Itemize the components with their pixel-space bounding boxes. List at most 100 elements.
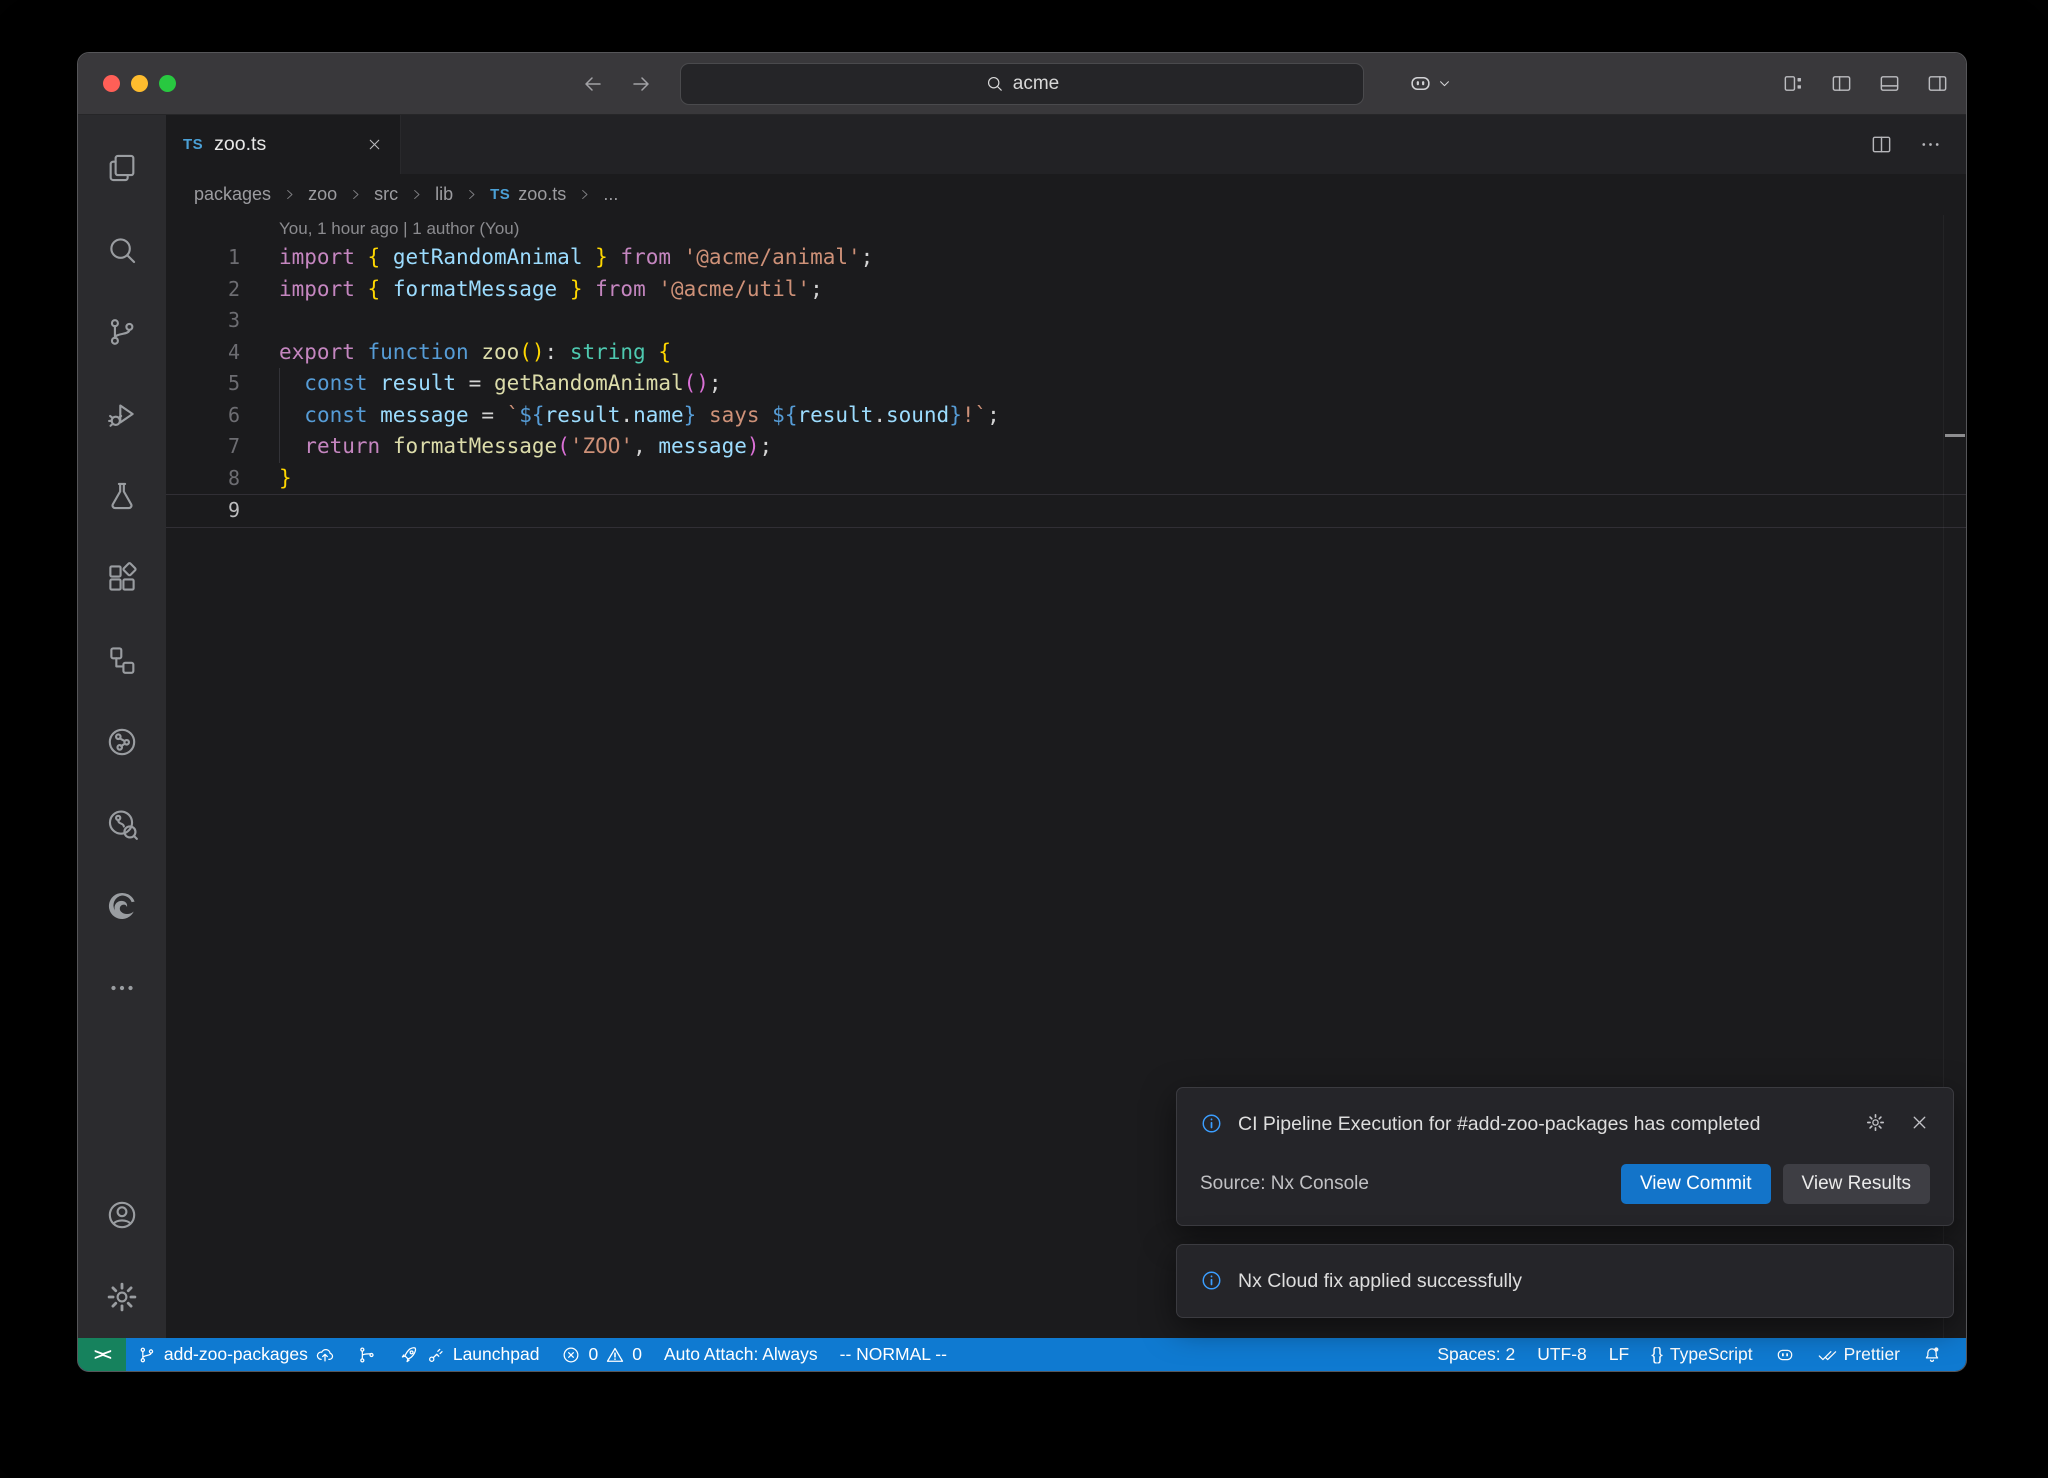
chevron-down-icon (1436, 75, 1453, 92)
git-graph-button[interactable] (346, 1338, 388, 1371)
line-number: 8 (166, 463, 240, 495)
error-count: 0 (588, 1344, 598, 1365)
breadcrumb-label: packages (194, 184, 271, 205)
view-results-button[interactable]: View Results (1783, 1164, 1930, 1204)
extensions-icon (105, 561, 139, 595)
code-text: return formatMessage('ZOO', message); (240, 431, 772, 463)
split-editor-icon[interactable] (1870, 133, 1893, 156)
breadcrumb-item-zoo-ts[interactable]: TSzoo.ts (490, 184, 566, 205)
tab-bar: TS zoo.ts (166, 115, 1966, 174)
settings-icon (105, 1280, 139, 1314)
launchpad-button[interactable]: Launchpad (388, 1338, 551, 1371)
more-actions-icon[interactable] (1919, 133, 1942, 156)
copilot-menu[interactable] (1408, 53, 1453, 114)
notification-close-icon[interactable] (1909, 1112, 1930, 1133)
typescript-file-icon: TS (183, 136, 203, 153)
tab-label: zoo.ts (214, 133, 266, 156)
breadcrumb-item-src[interactable]: src (374, 184, 398, 205)
indentation-status[interactable]: Spaces: 2 (1426, 1338, 1526, 1371)
error-icon (561, 1345, 581, 1365)
formatter-status[interactable]: Prettier (1806, 1338, 1911, 1371)
activity-item-testing[interactable] (78, 455, 166, 537)
forward-icon[interactable] (629, 72, 653, 96)
breadcrumb-item-zoo[interactable]: zoo (308, 184, 337, 205)
code-line-5[interactable]: 5 const result = getRandomAnimal(); (166, 368, 1966, 400)
gitlens-blame-annotation[interactable]: You, 1 hour ago | 1 author (You) (166, 215, 1966, 242)
code-line-4[interactable]: 4export function zoo(): string { (166, 337, 1966, 369)
line-number: 7 (166, 431, 240, 463)
activity-item-project-graph[interactable] (78, 701, 166, 783)
toggle-panel-icon[interactable] (1878, 72, 1901, 95)
notifications-bell[interactable] (1911, 1338, 1953, 1371)
vscode-window: acme TS zoo.ts (77, 52, 1967, 1372)
language-mode-status[interactable]: {} TypeScript (1640, 1338, 1763, 1371)
activity-item-source-control[interactable] (78, 291, 166, 373)
title-bar: acme (78, 53, 1966, 115)
encoding-status[interactable]: UTF-8 (1526, 1338, 1598, 1371)
breadcrumb-item--[interactable]: ... (603, 184, 618, 205)
command-center-search[interactable]: acme (680, 63, 1364, 105)
line-number: 1 (166, 242, 240, 274)
breadcrumb-separator-icon (348, 187, 363, 202)
vim-mode-status[interactable]: -- NORMAL -- (829, 1338, 958, 1371)
notification-settings-icon[interactable] (1865, 1112, 1886, 1133)
activity-item-commit-graph[interactable] (78, 783, 166, 865)
notification-message: Nx Cloud fix applied successfully (1238, 1266, 1522, 1296)
copilot-status[interactable] (1764, 1338, 1806, 1371)
activity-item-additional-views[interactable] (78, 947, 166, 1029)
code-line-3[interactable]: 3 (166, 305, 1966, 337)
activity-item-accounts[interactable] (78, 1174, 166, 1256)
toggle-secondary-sidebar-icon[interactable] (1926, 72, 1949, 95)
toggle-primary-sidebar-icon[interactable] (1830, 72, 1853, 95)
info-icon (1200, 1269, 1223, 1292)
code-line-9[interactable]: 9 (166, 494, 1966, 528)
activity-item-nx-console[interactable] (78, 619, 166, 701)
code-text: import { getRandomAnimal } from '@acme/a… (240, 242, 873, 274)
activity-item-browser-preview[interactable] (78, 865, 166, 947)
back-icon[interactable] (581, 72, 605, 96)
activity-item-search[interactable] (78, 209, 166, 291)
branch-name: add-zoo-packages (164, 1344, 308, 1365)
breadcrumb-separator-icon (409, 187, 424, 202)
auto-attach-status[interactable]: Auto Attach: Always (653, 1338, 829, 1371)
view-commit-button[interactable]: View Commit (1621, 1164, 1771, 1204)
activity-item-run-and-debug[interactable] (78, 373, 166, 455)
close-button[interactable] (103, 75, 120, 92)
code-line-2[interactable]: 2import { formatMessage } from '@acme/ut… (166, 274, 1966, 306)
remote-icon: >< (94, 1345, 110, 1365)
git-graph-icon (357, 1345, 377, 1365)
minimize-button[interactable] (131, 75, 148, 92)
git-branch-status[interactable]: add-zoo-packages (126, 1338, 346, 1371)
customize-layout-icon[interactable] (1782, 72, 1805, 95)
code-line-6[interactable]: 6 const message = `${result.name} says $… (166, 400, 1966, 432)
cloud-upload-icon (315, 1345, 335, 1365)
status-bar: >< add-zoo-packages Launchpad 0 0 (78, 1338, 1966, 1371)
nx-console-icon (105, 643, 139, 677)
breadcrumb-item-packages[interactable]: packages (194, 184, 271, 205)
tab-zoo-ts[interactable]: TS zoo.ts (166, 115, 401, 174)
copilot-icon (1408, 71, 1433, 96)
warning-icon (605, 1345, 625, 1365)
activity-item-settings[interactable] (78, 1256, 166, 1338)
problems-status[interactable]: 0 0 (550, 1338, 652, 1371)
remote-indicator[interactable]: >< (78, 1338, 126, 1371)
eol-status[interactable]: LF (1598, 1338, 1640, 1371)
activity-item-extensions[interactable] (78, 537, 166, 619)
code-line-1[interactable]: 1import { getRandomAnimal } from '@acme/… (166, 242, 1966, 274)
breadcrumb-label: lib (435, 184, 453, 205)
double-check-icon (1817, 1345, 1837, 1365)
line-number: 3 (166, 305, 240, 337)
breadcrumb-item-lib[interactable]: lib (435, 184, 453, 205)
launchpad-label: Launchpad (453, 1344, 540, 1365)
project-graph-icon (105, 725, 139, 759)
line-number: 5 (166, 368, 240, 400)
code-line-8[interactable]: 8} (166, 463, 1966, 495)
zoom-button[interactable] (159, 75, 176, 92)
activity-item-explorer[interactable] (78, 127, 166, 209)
tab-close-icon[interactable] (366, 136, 383, 153)
overview-ruler-cursor-mark (1945, 434, 1965, 437)
braces-icon: {} (1651, 1344, 1663, 1365)
code-text: } (240, 463, 292, 495)
code-line-7[interactable]: 7 return formatMessage('ZOO', message); (166, 431, 1966, 463)
line-number: 9 (166, 495, 240, 527)
